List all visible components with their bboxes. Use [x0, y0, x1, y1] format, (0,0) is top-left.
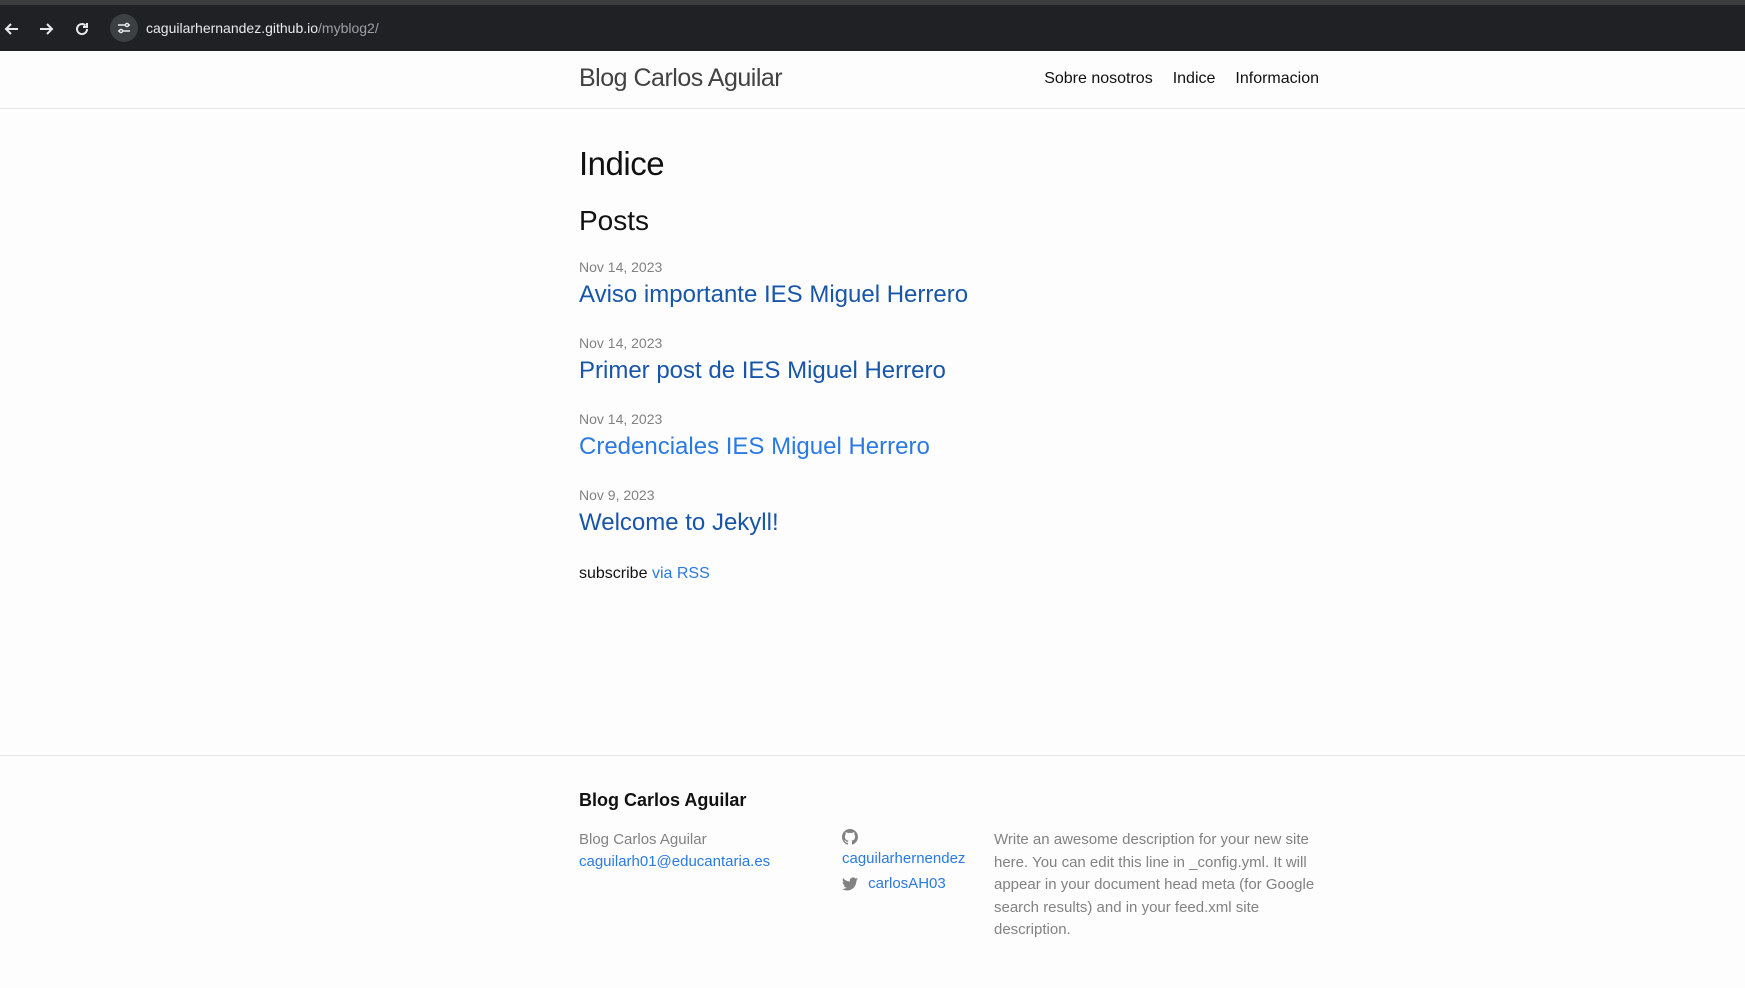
- page-heading: Indice: [579, 145, 665, 182]
- footer-social: caguilarhernendez carlosAH03: [842, 826, 965, 895]
- tune-icon: [118, 22, 130, 34]
- reload-icon: [76, 23, 89, 36]
- site-nav: Sobre nosotros Indice Informacion: [1044, 70, 1319, 88]
- post-item: Nov 14, 2023 Primer post de IES Miguel H…: [579, 335, 1319, 385]
- footer-description: Write an awesome description for your ne…: [994, 831, 1315, 938]
- post-link[interactable]: Credenciales IES Miguel Herrero: [579, 433, 930, 461]
- post-link[interactable]: Primer post de IES Miguel Herrero: [579, 357, 946, 385]
- main-content: Indice Posts Nov 14, 2023 Aviso importan…: [579, 145, 1319, 583]
- github-icon: [842, 829, 858, 845]
- post-item: Nov 14, 2023 Aviso importante IES Miguel…: [579, 259, 1319, 309]
- footer-heading: Blog Carlos Aguilar: [579, 790, 747, 810]
- address-bar[interactable]: caguilarhernandez.github.io/myblog2/: [110, 11, 1730, 45]
- footer-name: Blog Carlos Aguilar: [579, 831, 707, 848]
- post-date: Nov 14, 2023: [579, 411, 663, 427]
- post-list: Nov 14, 2023 Aviso importante IES Miguel…: [579, 259, 1319, 537]
- post-date: Nov 14, 2023: [579, 259, 663, 275]
- post-item: Nov 14, 2023 Credenciales IES Miguel Her…: [579, 411, 1319, 461]
- url-path: /myblog2/: [318, 20, 379, 36]
- github-item: caguilarhernendez: [842, 826, 965, 870]
- url-host: caguilarhernandez.github.io: [146, 20, 319, 36]
- twitter-link[interactable]: carlosAH03: [868, 875, 946, 892]
- site-info-button[interactable]: [110, 14, 138, 42]
- rss-subscribe: subscribe via RSS: [579, 565, 1319, 583]
- site-header: Blog Carlos Aguilar Sobre nosotros Indic…: [0, 51, 1745, 109]
- nav-link-sobre-nosotros[interactable]: Sobre nosotros: [1044, 70, 1153, 88]
- footer-contact: Blog Carlos Aguilar caguilarh01@educanta…: [579, 829, 770, 873]
- forward-button[interactable]: [34, 17, 58, 41]
- nav-link-informacion[interactable]: Informacion: [1235, 70, 1319, 88]
- reload-button[interactable]: [70, 17, 94, 41]
- site-footer: Blog Carlos Aguilar Blog Carlos Aguilar …: [0, 755, 1745, 988]
- arrow-left-icon: [4, 23, 18, 35]
- nav-link-indice[interactable]: Indice: [1173, 70, 1216, 88]
- post-date: Nov 14, 2023: [579, 335, 663, 351]
- subscribe-label: subscribe: [579, 565, 648, 582]
- post-link[interactable]: Welcome to Jekyll!: [579, 509, 779, 537]
- github-link[interactable]: caguilarhernendez: [842, 850, 965, 867]
- post-link[interactable]: Aviso importante IES Miguel Herrero: [579, 281, 968, 309]
- twitter-icon: [842, 877, 858, 891]
- post-date: Nov 9, 2023: [579, 487, 655, 503]
- arrow-right-icon: [40, 23, 54, 35]
- twitter-item: carlosAH03: [842, 873, 965, 895]
- posts-heading: Posts: [579, 205, 650, 236]
- site-title-link[interactable]: Blog Carlos Aguilar: [579, 64, 783, 93]
- browser-chrome: caguilarhernandez.github.io/myblog2/: [0, 0, 1745, 51]
- back-button[interactable]: [0, 17, 24, 41]
- rss-link[interactable]: via RSS: [652, 565, 710, 582]
- footer-email-link[interactable]: caguilarh01@educantaria.es: [579, 853, 770, 870]
- browser-toolbar: caguilarhernandez.github.io/myblog2/: [0, 5, 1745, 51]
- post-item: Nov 9, 2023 Welcome to Jekyll!: [579, 487, 1319, 537]
